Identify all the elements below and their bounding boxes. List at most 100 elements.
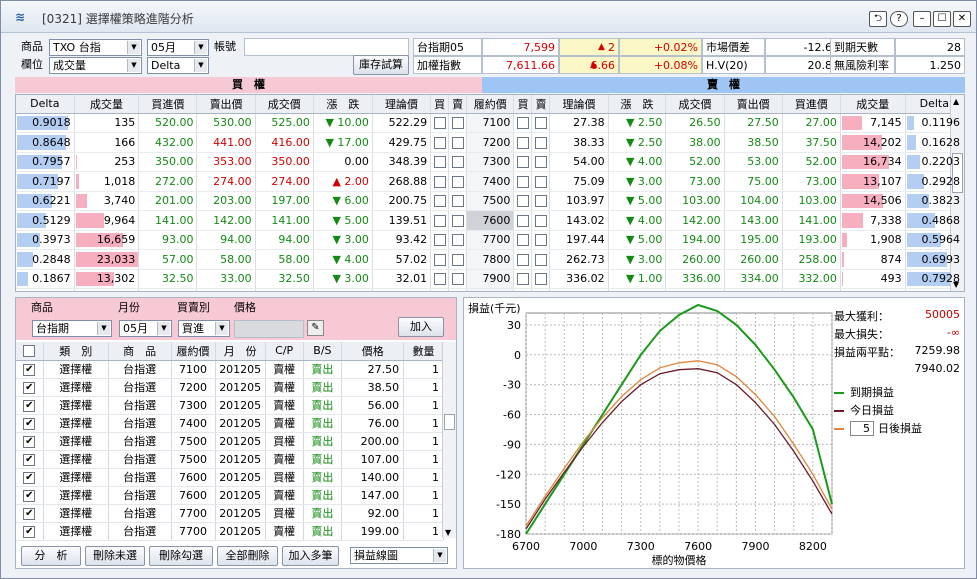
call-buy-check-box[interactable] bbox=[433, 195, 446, 208]
put-theo[interactable]: 27.38 bbox=[549, 113, 609, 133]
call-change[interactable]: ▼ 5.00 bbox=[313, 210, 373, 231]
call-theo[interactable]: 522.29 bbox=[372, 113, 432, 133]
put-ask[interactable]: 334.00 bbox=[724, 269, 783, 289]
put-sell-check[interactable] bbox=[531, 113, 551, 133]
call-bid[interactable]: 520.00 bbox=[138, 113, 198, 133]
put-theo[interactable]: 197.44 bbox=[549, 230, 609, 250]
call-ask[interactable]: 203.00 bbox=[196, 191, 256, 211]
account-field[interactable] bbox=[244, 38, 409, 56]
put-volume[interactable]: 7,338 bbox=[840, 210, 906, 231]
call-sell-check[interactable] bbox=[448, 191, 468, 211]
order-check-cell[interactable]: ✔ bbox=[16, 468, 44, 487]
order-check-cell[interactable]: ✔ bbox=[16, 378, 44, 397]
put-last[interactable]: 52.00 bbox=[665, 152, 725, 172]
call-buy-check[interactable] bbox=[430, 132, 450, 153]
put-sell-check-box[interactable] bbox=[534, 253, 547, 266]
put-change[interactable]: ▼ 3.00 bbox=[608, 249, 667, 270]
put-bid[interactable]: 73.00 bbox=[782, 171, 841, 192]
call-theo[interactable]: 139.51 bbox=[372, 210, 432, 231]
put-change[interactable]: ▼ 5.00 bbox=[608, 230, 667, 250]
call-delta[interactable]: 0.3973 bbox=[16, 230, 75, 250]
put-bid[interactable]: 415.00 bbox=[782, 288, 841, 291]
call-change[interactable]: ▼ 6.00 bbox=[313, 191, 373, 211]
put-ask[interactable]: 104.00 bbox=[724, 191, 783, 211]
call-sell-check[interactable] bbox=[448, 249, 468, 270]
quote-col-header[interactable]: 成交量 bbox=[840, 95, 906, 114]
close-button[interactable]: ✕ bbox=[953, 11, 971, 27]
put-ask[interactable]: 75.00 bbox=[724, 171, 783, 192]
order-price[interactable]: 147.00 bbox=[341, 486, 405, 505]
quote-row[interactable]: 0.6221 3,740 201.00 203.00 197.00 ▼ 6.00 200.7… bbox=[16, 191, 964, 211]
call-bid[interactable]: 201.00 bbox=[138, 191, 198, 211]
put-sell-check[interactable] bbox=[531, 230, 551, 250]
call-bid[interactable]: 57.00 bbox=[138, 249, 198, 270]
call-volume[interactable]: 13,302 bbox=[74, 269, 140, 289]
call-volume[interactable]: 166 bbox=[74, 132, 140, 153]
product-select[interactable]: TXO 台指 ▼ bbox=[49, 39, 142, 56]
call-buy-check-box[interactable] bbox=[433, 117, 446, 130]
help-icon[interactable]: ? bbox=[890, 11, 908, 27]
order-check-header[interactable] bbox=[16, 342, 44, 361]
call-change[interactable]: ▼ 3.00 bbox=[313, 230, 373, 250]
call-last[interactable]: 58.00 bbox=[255, 249, 314, 270]
quote-col-header[interactable]: 買進價 bbox=[138, 95, 198, 114]
call-buy-check[interactable] bbox=[430, 171, 450, 192]
put-last[interactable]: 73.00 bbox=[665, 171, 725, 192]
minimize-button[interactable]: – bbox=[913, 11, 931, 27]
put-sell-check-box[interactable] bbox=[534, 136, 547, 149]
put-volume[interactable]: 14,202 bbox=[840, 132, 906, 153]
put-bid[interactable]: 258.00 bbox=[782, 249, 841, 270]
inventory-calc-button[interactable]: 庫存試算 bbox=[353, 55, 409, 75]
chart-type-select[interactable]: 損益線圖 ▼ bbox=[350, 547, 448, 564]
call-last[interactable]: 94.00 bbox=[255, 230, 314, 250]
call-ask[interactable]: 441.00 bbox=[196, 132, 256, 153]
put-last[interactable]: 26.50 bbox=[665, 113, 725, 133]
put-sell-check[interactable] bbox=[531, 210, 551, 231]
put-ask[interactable]: 423.00 bbox=[724, 288, 783, 291]
order-checkbox[interactable]: ✔ bbox=[23, 381, 36, 394]
order-checkbox[interactable]: ✔ bbox=[23, 525, 36, 538]
order-row[interactable]: ✔ 選擇權 台指選 7400 201205 賣權 賣出 76.00 1 bbox=[16, 414, 444, 433]
order-checkbox[interactable]: ✔ bbox=[23, 453, 36, 466]
order-row[interactable]: ✔ 選擇權 台指選 7200 201205 賣權 賣出 38.50 1 bbox=[16, 378, 444, 397]
call-buy-check[interactable] bbox=[430, 230, 450, 250]
put-bid[interactable]: 332.00 bbox=[782, 269, 841, 289]
quote-row[interactable]: 0.7197 1,018 272.00 274.00 274.00 ▲ 2.00 268.8… bbox=[16, 171, 964, 192]
call-bid[interactable]: 141.00 bbox=[138, 210, 198, 231]
call-ask[interactable]: 33.00 bbox=[196, 269, 256, 289]
call-delta[interactable]: 0.2848 bbox=[16, 249, 75, 270]
order-check-cell[interactable]: ✔ bbox=[16, 450, 44, 469]
put-buy-check-box[interactable] bbox=[516, 253, 529, 266]
quote-col-header[interactable]: 成交價 bbox=[255, 95, 314, 114]
put-theo[interactable]: 103.97 bbox=[549, 191, 609, 211]
order-scrollbar[interactable]: ▼ bbox=[442, 342, 456, 538]
order-qty[interactable]: 1 bbox=[403, 432, 444, 451]
quote-col-header[interactable]: 成交量 bbox=[74, 95, 140, 114]
call-ask[interactable]: 530.00 bbox=[196, 113, 256, 133]
column-select[interactable]: 成交量 ▼ bbox=[49, 57, 142, 74]
quote-col-header[interactable]: 賣出價 bbox=[724, 95, 783, 114]
quote-row[interactable]: 0.9018 135 520.00 530.00 525.00 ▼ 10.00 522.29… bbox=[16, 113, 964, 133]
put-ask[interactable]: 27.50 bbox=[724, 113, 783, 133]
put-volume[interactable]: 7,145 bbox=[840, 113, 906, 133]
call-last[interactable]: 141.00 bbox=[255, 210, 314, 231]
select-all-checkbox[interactable] bbox=[23, 345, 36, 358]
put-buy-check-box[interactable] bbox=[516, 175, 529, 188]
call-ask[interactable]: 353.00 bbox=[196, 152, 256, 172]
call-sell-check[interactable] bbox=[448, 210, 468, 231]
put-buy-check-box[interactable] bbox=[516, 136, 529, 149]
put-sell-check-box[interactable] bbox=[534, 234, 547, 247]
put-buy-check[interactable] bbox=[513, 210, 533, 231]
quote-col-header[interactable]: 買 bbox=[513, 95, 533, 114]
call-bid[interactable]: 32.50 bbox=[138, 269, 198, 289]
quote-row[interactable]: 0.5129 9,964 141.00 142.00 141.00 ▼ 5.00 139.5… bbox=[16, 210, 964, 231]
call-buy-check-box[interactable] bbox=[433, 234, 446, 247]
put-ask[interactable]: 143.00 bbox=[724, 210, 783, 231]
order-product-select[interactable]: 台指期 ▼ bbox=[32, 320, 112, 337]
put-volume[interactable]: 13,107 bbox=[840, 171, 906, 192]
order-price[interactable]: 140.00 bbox=[341, 468, 405, 487]
call-buy-check[interactable] bbox=[430, 249, 450, 270]
put-last[interactable]: 427.00 bbox=[665, 288, 725, 291]
order-checkbox[interactable]: ✔ bbox=[23, 471, 36, 484]
put-theo[interactable]: 425.29 bbox=[549, 288, 609, 291]
